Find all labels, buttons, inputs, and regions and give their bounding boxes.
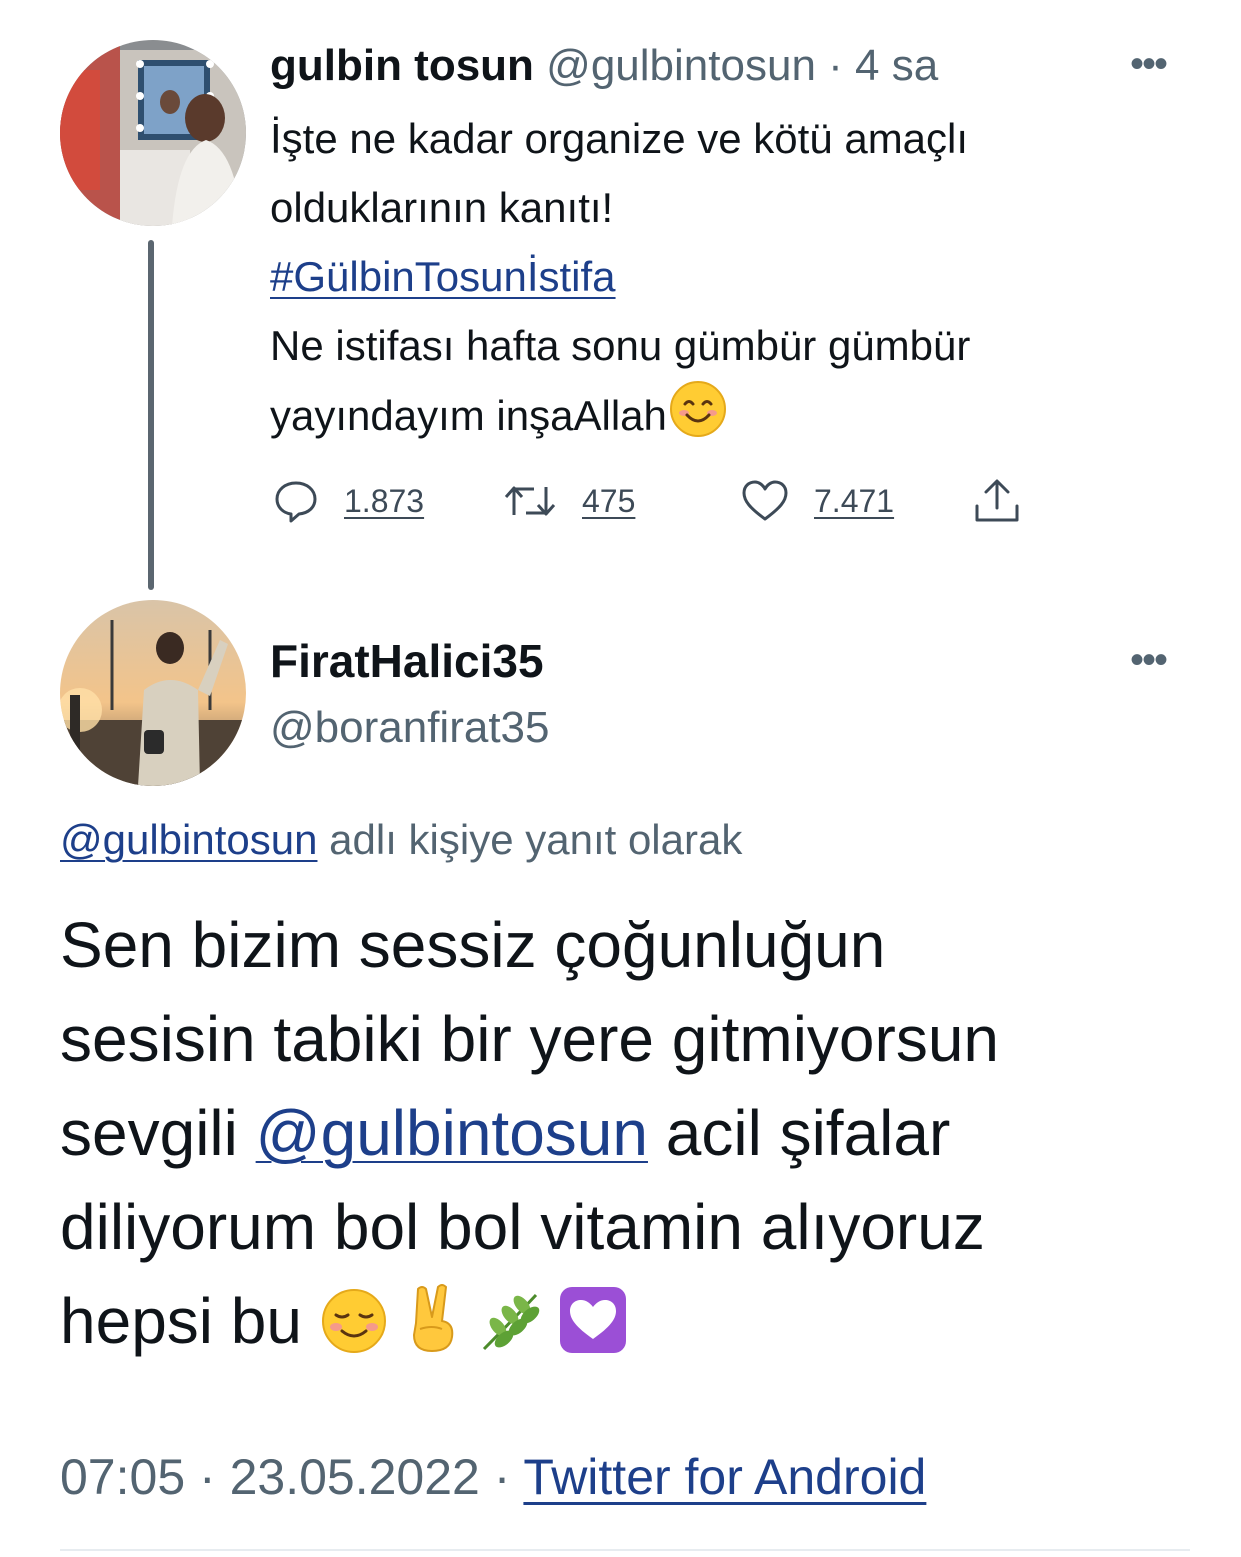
parent-display-name[interactable]: gulbin tosun (270, 41, 534, 90)
victory-hand-emoji-icon (402, 1283, 462, 1380)
parent-handle[interactable]: @gulbintosun (546, 41, 816, 90)
reply-text-line: sevgili (60, 1097, 256, 1169)
tweet-source-link[interactable]: Twitter for Android (523, 1449, 926, 1505)
reply-display-name[interactable]: FiratHalici35 (270, 632, 544, 690)
parent-time[interactable]: 4 sa (855, 41, 938, 90)
reply-text-line: diliyorum bol bol vitamin alıyoruz (60, 1191, 985, 1263)
tweet-date[interactable]: 23.05.2022 (230, 1449, 480, 1505)
share-icon (975, 479, 1019, 522)
hashtag-link[interactable]: #GülbinTosunİstifa (270, 253, 616, 300)
reply-handle[interactable]: @boranfirat35 (270, 700, 550, 756)
smiling-face-emoji-icon (320, 1286, 388, 1380)
reply-action[interactable]: 1.873 (272, 474, 424, 528)
retweet-action[interactable]: 475 (502, 474, 635, 528)
avatar-gulbintosun[interactable] (60, 40, 246, 226)
replying-to: @gulbintosun adlı kişiye yanıt olarak (60, 812, 742, 868)
parent-text-line: İşte ne kadar organize ve kötü amaçlı (270, 115, 969, 162)
parent-text-line: olduklarının kanıtı! (270, 184, 614, 231)
retweet-icon (504, 486, 556, 516)
mention-link[interactable]: @gulbintosun (256, 1097, 648, 1169)
thread-connector (148, 240, 154, 590)
replying-to-mention[interactable]: @gulbintosun (60, 816, 317, 863)
reply-tweet-text: Sen bizim sessiz çoğunluğun sesisin tabi… (60, 898, 1200, 1380)
reply-text-line: acil şifalar (647, 1097, 951, 1169)
parent-tweet-header: gulbin tosun @gulbintosun · 4 sa (270, 38, 938, 94)
parent-separator: · (828, 41, 843, 90)
smiling-face-emoji-icon (669, 380, 727, 458)
reply-text-line: sesisin tabiki bir yere gitmiyorsun (60, 1003, 999, 1075)
reply-more-options-icon[interactable]: ••• (1130, 640, 1168, 680)
heart-decoration-emoji-icon (558, 1285, 628, 1380)
meta-separator: · (493, 1449, 511, 1505)
parent-more-options-icon[interactable]: ••• (1130, 44, 1168, 84)
retweet-count: 475 (582, 482, 636, 519)
like-count: 7.471 (814, 482, 895, 519)
avatar-photo (60, 600, 246, 786)
reply-text-line: hepsi bu (60, 1285, 320, 1357)
parent-text-line: Ne istifası hafta sonu gümbür gümbür (270, 322, 971, 369)
divider (60, 1549, 1190, 1551)
tweet-time[interactable]: 07:05 (60, 1449, 185, 1505)
avatar-photo (60, 40, 246, 226)
share-action[interactable] (972, 474, 1022, 528)
reply-count: 1.873 (344, 482, 425, 519)
reply-icon (275, 481, 317, 523)
tweet-timestamp: 07:05 · 23.05.2022 · Twitter for Android (60, 1444, 926, 1510)
like-action[interactable]: 7.471 (740, 474, 894, 528)
reply-text-line: Sen bizim sessiz çoğunluğun (60, 909, 886, 981)
heart-icon (742, 480, 788, 521)
meta-separator: · (199, 1449, 216, 1505)
avatar-boranfirat35[interactable] (60, 600, 246, 786)
replying-to-text: adlı kişiye yanıt olarak (317, 816, 743, 863)
herb-emoji-icon (476, 1286, 544, 1380)
parent-text-line: yayındayım inşaAllah (270, 392, 667, 439)
parent-tweet-text: İşte ne kadar organize ve kötü amaçlı ol… (270, 104, 1210, 458)
